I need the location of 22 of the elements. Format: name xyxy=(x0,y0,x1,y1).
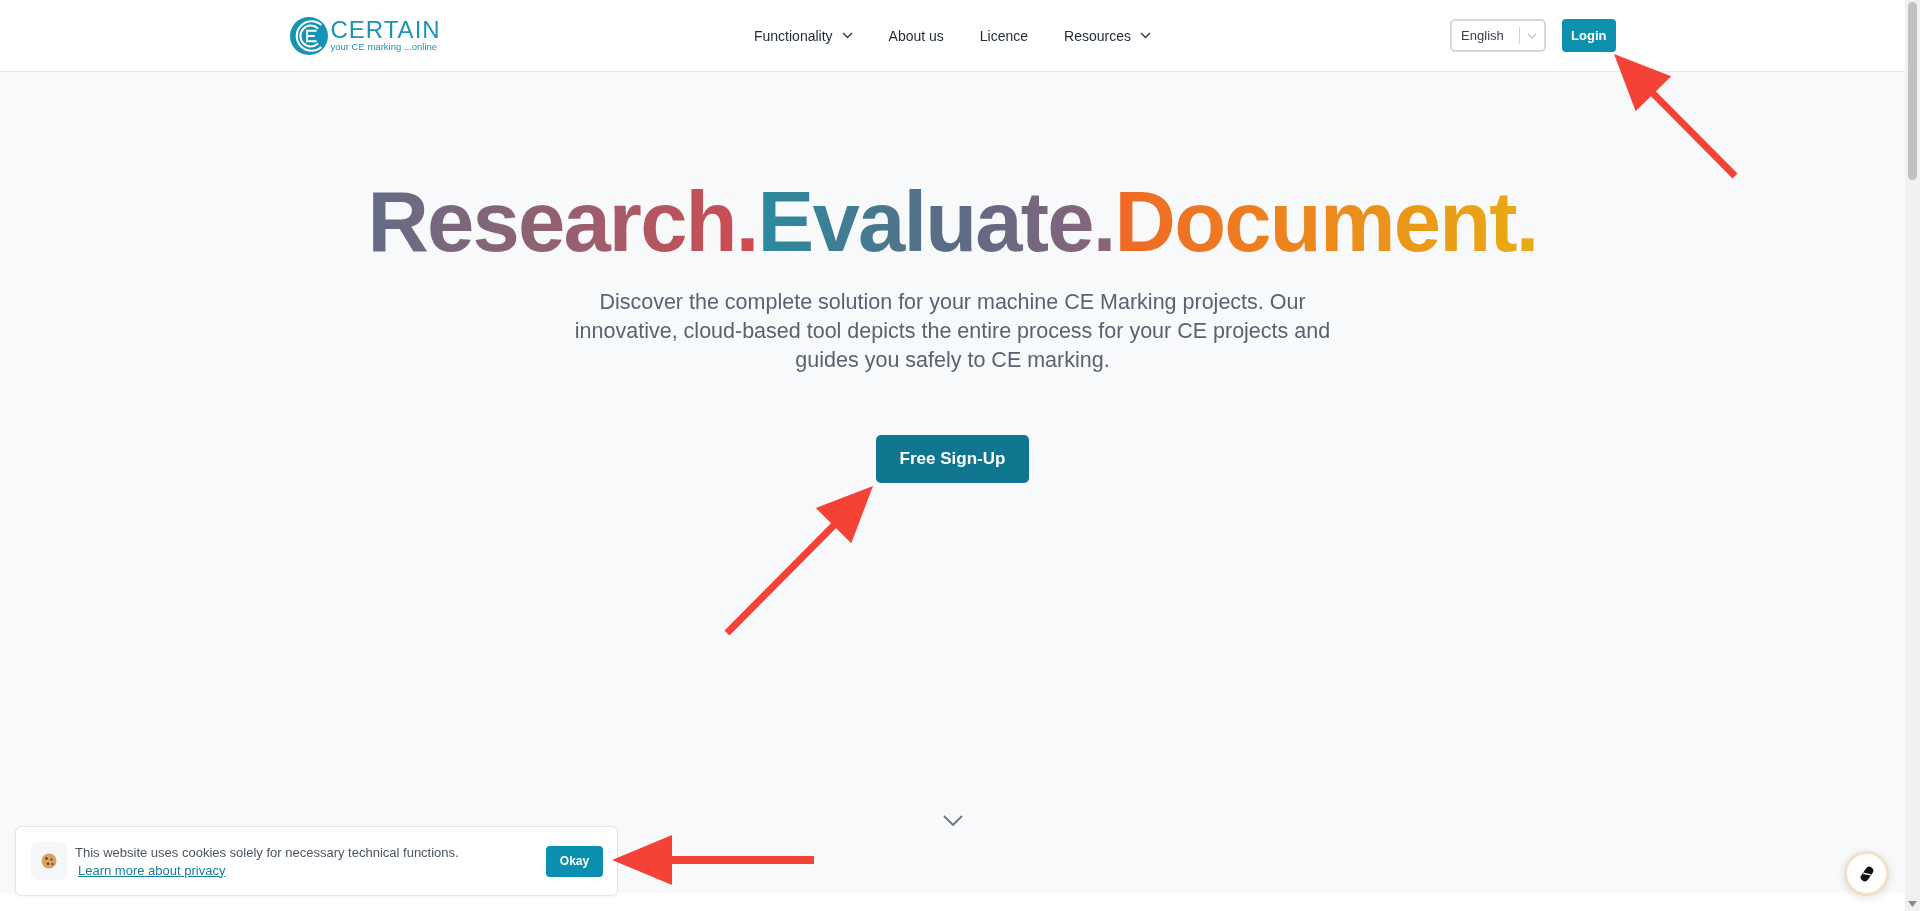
nav-link[interactable]: Licence xyxy=(979,25,1029,46)
chevron-down-icon xyxy=(1527,32,1538,39)
logo-wordmark: CERTAIN xyxy=(330,18,441,41)
privacy-link[interactable]: Learn more about privacy xyxy=(78,861,226,879)
hero-description: Discover the complete solution for your machine CE Marking projects. Our innovative, cloud-based tool depicts the entire process for your CE projects and guides you safely to CE marking. xyxy=(573,289,1332,374)
logo-link[interactable]: CERTAIN your CE marking ...online xyxy=(289,16,441,55)
cookie-icon xyxy=(31,842,67,880)
cookie-message: This website uses cookies solely for necessary technical functions. xyxy=(75,843,460,861)
chevron-down-icon[interactable] xyxy=(942,815,963,826)
nav-link[interactable]: About us xyxy=(888,25,944,46)
scroll-down-arrow-icon[interactable] xyxy=(1908,901,1917,907)
nav-link[interactable]: Functionality xyxy=(753,25,853,46)
login-button[interactable]: Login xyxy=(1562,19,1616,52)
hero-headline: Research.Evaluate.Document. xyxy=(367,179,1538,264)
sign-up-button[interactable]: Free Sign-Up xyxy=(875,435,1030,483)
nav-link[interactable]: Resources xyxy=(1064,25,1151,46)
logo-tagline: your CE marking ...online xyxy=(330,40,439,53)
logo-icon xyxy=(289,16,328,55)
scrollbar-track[interactable] xyxy=(1905,0,1920,911)
scrollbar-thumb[interactable] xyxy=(1908,2,1917,180)
language-select[interactable]: English xyxy=(1450,19,1547,52)
okay-button[interactable]: Okay xyxy=(546,845,603,877)
